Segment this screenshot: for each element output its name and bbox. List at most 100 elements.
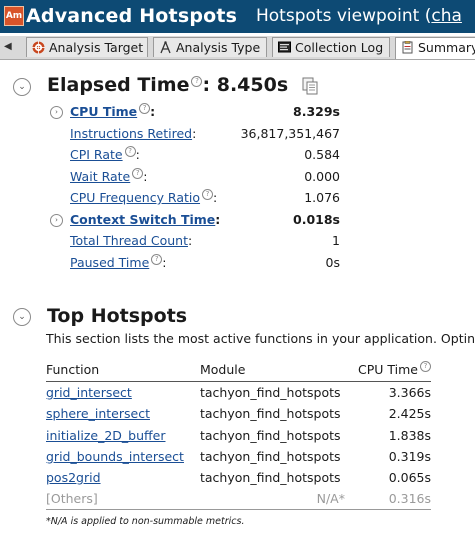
function-link[interactable]: pos2grid [46, 467, 101, 488]
metric-colon: : [213, 190, 218, 205]
metric-instructions-retired-value: 36,817,351,467 [240, 126, 340, 141]
tab-collection-log[interactable]: Collection Log [272, 37, 390, 57]
cpu-time-cell: 2.425s [388, 406, 431, 421]
context-switch-expand-toggle[interactable]: › [50, 214, 63, 227]
collection-log-icon [278, 41, 291, 53]
metric-paused-time: Paused Time?: 0s [70, 254, 370, 272]
metric-colon: : [187, 233, 193, 248]
table-row-others: [Others] N/A* 0.316s [46, 488, 431, 509]
column-header-cpu-time[interactable]: CPU Time? [358, 361, 431, 379]
analysis-title: Advanced Hotspots [26, 5, 238, 27]
table-row: pos2grid tachyon_find_hotspots 0.065s [46, 467, 431, 488]
metric-instructions-retired: Instructions Retired: 36,817,351,467 [70, 125, 370, 143]
metric-total-thread-count-link[interactable]: Total Thread Count [70, 233, 188, 248]
metric-instructions-retired-link[interactable]: Instructions Retired [70, 126, 192, 141]
tab-analysis-type[interactable]: Analysis Type [153, 37, 267, 57]
metric-total-thread-count: Total Thread Count: 1 [70, 232, 370, 250]
viewpoint-prefix: Hotspots viewpoint ( [256, 6, 432, 26]
help-icon[interactable]: ? [151, 254, 163, 265]
table-bottom-divider [46, 509, 431, 510]
hotspots-table-header: Function Module CPU Time? [46, 361, 431, 382]
tab-bar: ◀ Analysis Target Analysis Type Collecti… [0, 36, 475, 60]
viewpoint-title: Hotspots viewpoint (cha [256, 6, 462, 26]
cpu-time-cell: 0.316s [388, 491, 431, 506]
top-hotspots-description: This section lists the most active funct… [46, 331, 475, 346]
metric-paused-time-link[interactable]: Paused Time [70, 255, 149, 270]
others-label: [Others] [46, 491, 98, 506]
tab-scroll-left-icon[interactable]: ◀ [4, 40, 14, 54]
metric-wait-rate-value: 0.000 [304, 169, 340, 184]
function-link[interactable]: initialize_2D_buffer [46, 425, 165, 446]
elapsed-time-heading: Elapsed Time?: 8.450s [47, 74, 288, 96]
table-row: sphere_intersect tachyon_find_hotspots 2… [46, 403, 431, 424]
metric-cpi-rate-value: 0.584 [304, 147, 340, 162]
app-logo-icon: Am [4, 6, 24, 26]
metric-cpu-time: CPU Time?: 8.329s [70, 103, 370, 121]
help-icon[interactable]: ? [132, 168, 144, 179]
metric-cpu-time-value: 8.329s [293, 104, 340, 119]
module-cell: tachyon_find_hotspots [200, 449, 341, 464]
elapsed-time-label: Elapsed Time [47, 74, 190, 96]
metric-total-thread-count-value: 1 [332, 233, 340, 248]
elapsed-collapse-toggle[interactable]: ⌄ [13, 78, 31, 96]
elapsed-time-value: 8.450s [216, 74, 289, 96]
metric-colon: : [192, 126, 197, 141]
module-cell: tachyon_find_hotspots [200, 385, 341, 400]
metric-colon: : [135, 147, 140, 162]
window-title-bar: Am Advanced Hotspots Hotspots viewpoint … [0, 0, 475, 33]
metric-cpi-rate: CPI Rate?: 0.584 [70, 146, 370, 164]
metric-context-switch-time-link[interactable]: Context Switch Time [70, 212, 215, 227]
cpu-time-cell: 0.319s [388, 449, 431, 464]
metric-cpi-rate-link[interactable]: CPI Rate [70, 147, 123, 162]
metric-wait-rate-link[interactable]: Wait Rate [70, 169, 130, 184]
metric-colon: : [215, 212, 221, 227]
cpu-time-cell: 0.065s [388, 470, 431, 485]
metric-colon: : [162, 255, 167, 270]
metric-context-switch-time-value: 0.018s [293, 212, 340, 227]
metric-wait-rate: Wait Rate?: 0.000 [70, 168, 370, 186]
metric-cpu-frequency-ratio: CPU Frequency Ratio?: 1.076 [70, 189, 370, 207]
top-hotspots-heading: Top Hotspots [47, 305, 188, 327]
tab-summary[interactable]: Summary [395, 37, 475, 59]
column-header-cpu-time-label: CPU Time [358, 362, 418, 377]
elapsed-time-colon: : [202, 74, 211, 96]
column-header-module[interactable]: Module [200, 361, 245, 379]
metric-cpu-frequency-ratio-link[interactable]: CPU Frequency Ratio [70, 190, 200, 205]
tab-collection-log-label: Collection Log [295, 40, 384, 55]
module-cell: N/A* [316, 491, 345, 506]
column-header-function[interactable]: Function [46, 361, 99, 379]
analysis-type-icon [160, 41, 171, 54]
metric-cpu-frequency-ratio-value: 1.076 [304, 190, 340, 205]
viewpoint-change-link[interactable]: cha [431, 6, 462, 26]
function-link[interactable]: grid_bounds_intersect [46, 446, 184, 467]
help-icon[interactable]: ? [420, 361, 431, 372]
table-row: initialize_2D_buffer tachyon_find_hotspo… [46, 425, 431, 446]
tab-analysis-type-label: Analysis Type [176, 40, 261, 55]
help-icon[interactable]: ? [191, 76, 203, 87]
metric-context-switch-time: Context Switch Time: 0.018s [70, 211, 370, 229]
help-icon[interactable]: ? [139, 103, 151, 114]
function-link[interactable]: grid_intersect [46, 382, 132, 403]
table-row: grid_bounds_intersect tachyon_find_hotsp… [46, 446, 431, 467]
table-footnote: *N/A is applied to non-summable metrics. [46, 516, 245, 527]
table-row: grid_intersect tachyon_find_hotspots 3.3… [46, 382, 431, 403]
cpu-time-cell: 1.838s [388, 428, 431, 443]
help-icon[interactable]: ? [202, 189, 214, 200]
metric-cpu-time-link[interactable]: CPU Time [70, 104, 137, 119]
hotspots-collapse-toggle[interactable]: ⌄ [13, 308, 31, 326]
target-icon [32, 41, 45, 54]
metric-colon: : [150, 104, 156, 119]
help-icon[interactable]: ? [124, 146, 136, 157]
module-cell: tachyon_find_hotspots [200, 470, 341, 485]
metric-colon: : [143, 169, 148, 184]
tab-analysis-target-label: Analysis Target [49, 40, 144, 55]
cpu-time-expand-toggle[interactable]: › [50, 106, 63, 119]
tab-analysis-target[interactable]: Analysis Target [26, 37, 148, 57]
function-link[interactable]: sphere_intersect [46, 403, 150, 424]
module-cell: tachyon_find_hotspots [200, 428, 341, 443]
copy-icon[interactable] [302, 77, 318, 95]
tab-summary-label: Summary [418, 40, 475, 55]
module-cell: tachyon_find_hotspots [200, 406, 341, 421]
cpu-time-cell: 3.366s [388, 385, 431, 400]
metric-paused-time-value: 0s [325, 255, 340, 270]
